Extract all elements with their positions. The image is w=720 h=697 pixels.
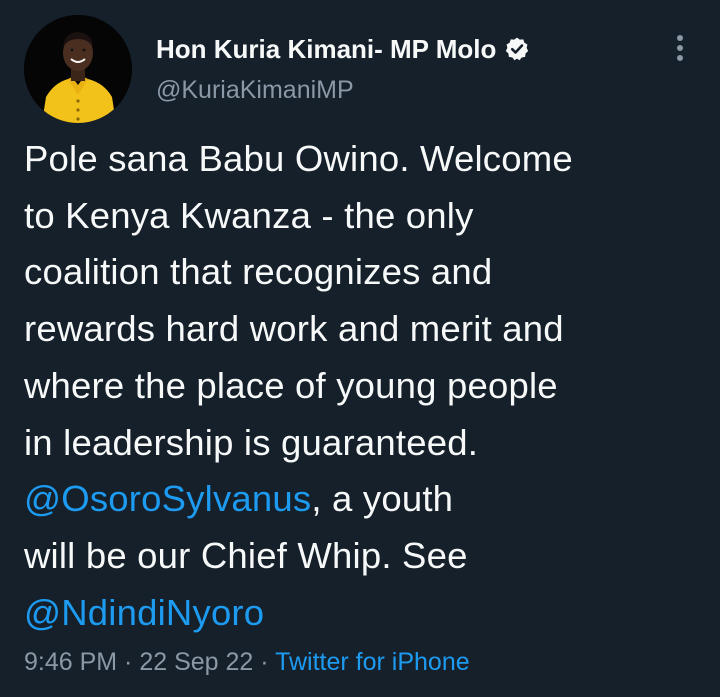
tweet-line-text: rewards hard work and merit and	[24, 308, 564, 350]
more-vertical-icon	[677, 35, 683, 61]
meta-separator: ·	[117, 648, 140, 676]
tweet-header: Hon Kuria Kimani- MP Molo @KuriaKimaniMP	[156, 32, 530, 105]
tweet-line: in leadership is guaranteed.	[24, 415, 704, 472]
tweet-line: @OsoroSylvanus, a youth	[24, 471, 704, 528]
tweet-line-text: Pole sana Babu Owino. Welcome	[24, 138, 573, 179]
author-handle[interactable]: @KuriaKimaniMP	[156, 76, 530, 105]
tweet-date[interactable]: 22 Sep 22	[139, 648, 253, 676]
tweet-text: Pole sana Babu Owino. Welcome to Kenya K…	[24, 131, 704, 641]
more-options-button[interactable]	[664, 28, 696, 68]
meta-separator: ·	[253, 648, 276, 676]
verified-badge-icon	[504, 36, 530, 62]
tweet-line: @NdindiNyoro	[24, 585, 704, 642]
tweet-line: to Kenya Kwanza - the only	[24, 188, 704, 245]
tweet-line-text: where the place of young people	[24, 364, 558, 406]
author-display-name[interactable]: Hon Kuria Kimani- MP Molo	[156, 34, 496, 65]
tweet-line-text: to Kenya Kwanza - the only	[24, 194, 474, 236]
tweet-line: where the place of young people	[24, 358, 704, 415]
tweet-line-text: , a youth	[311, 478, 454, 520]
avatar-photo	[24, 15, 132, 123]
tweet-meta: 9:46 PM · 22 Sep 22 · Twitter for iPhone	[24, 648, 470, 677]
tweet-line: rewards hard work and merit and	[24, 301, 704, 358]
mention-link-ndindinyoro[interactable]: @NdindiNyoro	[24, 592, 264, 633]
mention-link-osorosylvanus[interactable]: @OsoroSylvanus	[24, 478, 311, 519]
tweet-line: will be our Chief Whip. See	[24, 528, 704, 585]
tweet-source-link[interactable]: Twitter for iPhone	[275, 648, 470, 676]
avatar[interactable]	[24, 15, 132, 123]
tweet-line-text: coalition that recognizes and	[24, 251, 493, 293]
tweet-line: coalition that recognizes and	[24, 244, 704, 301]
name-row: Hon Kuria Kimani- MP Molo	[156, 32, 530, 66]
tweet-line-text: will be our Chief Whip. See	[24, 534, 468, 576]
tweet-card: Hon Kuria Kimani- MP Molo @KuriaKimaniMP…	[0, 0, 720, 697]
tweet-line: Pole sana Babu Owino. Welcome	[24, 131, 704, 188]
tweet-time[interactable]: 9:46 PM	[24, 648, 117, 676]
tweet-line-text: in leadership is guaranteed.	[24, 421, 479, 463]
